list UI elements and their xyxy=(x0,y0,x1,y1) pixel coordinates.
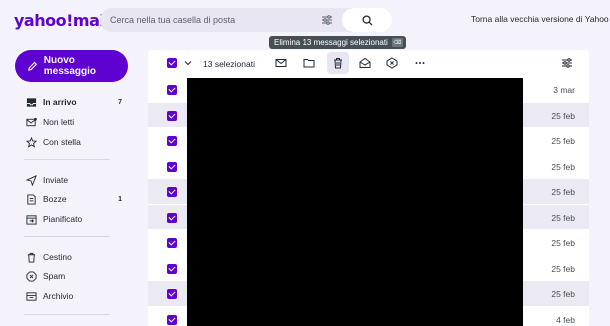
message-date: 25 feb xyxy=(551,136,575,146)
selected-count-label: 13 selezionati xyxy=(203,59,255,69)
message-checkbox[interactable] xyxy=(167,238,177,248)
search-filters-icon[interactable] xyxy=(321,14,333,26)
search-icon xyxy=(361,14,373,26)
sidebar-item-label: Pianificato xyxy=(43,214,83,224)
draft-icon xyxy=(27,193,36,205)
search-button[interactable] xyxy=(342,8,392,32)
yahoo-mail-logo[interactable]: yahoo!mail xyxy=(14,11,110,30)
message-checkbox[interactable] xyxy=(167,289,177,299)
view-settings-icon[interactable] xyxy=(561,57,573,69)
delete-tooltip: Elimina 13 messaggi selezionati ⌫ xyxy=(269,36,406,49)
message-checkbox[interactable] xyxy=(167,110,177,121)
sidebar-item-sent[interactable]: Inviate xyxy=(26,173,122,187)
message-date: 25 feb xyxy=(551,212,575,223)
send-icon xyxy=(26,174,37,186)
search-bar xyxy=(100,8,392,32)
message-checkbox[interactable] xyxy=(167,263,177,274)
message-checkbox[interactable] xyxy=(167,187,177,197)
sidebar-item-spam[interactable]: Spam xyxy=(26,269,122,283)
message-toolbar: 13 selezionati xyxy=(148,50,589,76)
sidebar-item-label: Non letti xyxy=(43,117,75,127)
message-date: 25 feb xyxy=(551,289,575,299)
more-options-icon[interactable] xyxy=(414,57,426,69)
message-date: 4 feb xyxy=(556,314,575,325)
sidebar-divider xyxy=(24,314,110,315)
message-checkbox[interactable] xyxy=(167,212,177,223)
tooltip-text: Elimina 13 messaggi selezionati xyxy=(274,38,388,47)
delete-button[interactable] xyxy=(327,52,349,74)
star-icon xyxy=(26,136,37,148)
sidebar-item-label: Bozze xyxy=(43,194,67,204)
sidebar-item-drafts[interactable]: Bozze 1 xyxy=(26,192,122,206)
message-checkbox[interactable] xyxy=(167,314,177,325)
keyboard-shortcut-badge: ⌫ xyxy=(391,38,403,47)
sidebar-item-starred[interactable]: Con stella xyxy=(26,135,122,149)
select-all-checkbox[interactable] xyxy=(167,58,177,68)
message-checkbox[interactable] xyxy=(167,85,177,95)
spam-icon xyxy=(26,270,37,282)
message-date: 3 mar xyxy=(553,85,575,95)
sidebar-item-trash[interactable]: Cestino xyxy=(26,250,122,264)
unread-icon xyxy=(26,117,37,126)
sidebar-item-label: In arrivo xyxy=(43,97,77,107)
schedule-icon xyxy=(26,214,37,225)
pencil-icon xyxy=(28,61,38,71)
archive-open-icon[interactable] xyxy=(359,57,371,69)
sidebar-item-archive[interactable]: Archivio xyxy=(26,289,122,303)
inbox-icon xyxy=(26,97,37,107)
message-date: 25 feb xyxy=(551,238,575,248)
search-input[interactable] xyxy=(110,13,310,27)
mark-unread-icon[interactable] xyxy=(275,57,287,69)
spam-icon[interactable] xyxy=(386,57,398,69)
back-to-old-version-link[interactable]: Torna alla vecchia versione di Yahoo M xyxy=(471,14,610,24)
trash-icon xyxy=(334,58,342,69)
compose-label: Nuovo messaggio xyxy=(43,55,96,77)
sidebar-item-label: Inviate xyxy=(43,175,69,185)
header: yahoo!mail Torna alla vecchia versione d… xyxy=(0,0,610,40)
sidebar-item-label: Con stella xyxy=(43,137,81,147)
message-date: 25 feb xyxy=(551,187,575,197)
sidebar-item-label: Cestino xyxy=(43,252,72,262)
sidebar-item-inbox[interactable]: In arrivo 7 xyxy=(26,95,122,109)
sidebar-item-label: Spam xyxy=(43,271,66,281)
sidebar-item-label: Archivio xyxy=(43,291,74,301)
trash-icon xyxy=(27,252,36,263)
archive-icon xyxy=(26,291,37,301)
compose-button[interactable]: Nuovo messaggio xyxy=(15,50,128,82)
sidebar-divider xyxy=(24,159,110,160)
redacted-content-block xyxy=(187,78,523,326)
message-checkbox[interactable] xyxy=(167,161,177,172)
message-date: 25 feb xyxy=(551,161,575,172)
message-checkbox[interactable] xyxy=(167,136,177,146)
sidebar-item-scheduled[interactable]: Pianificato xyxy=(26,212,122,226)
sidebar-divider xyxy=(24,236,110,237)
chevron-down-icon[interactable] xyxy=(182,57,194,69)
drafts-count-badge: 1 xyxy=(118,195,122,203)
move-folder-icon[interactable] xyxy=(303,57,315,69)
unread-count-badge: 7 xyxy=(118,98,122,106)
message-date: 25 feb xyxy=(551,263,575,274)
message-date: 25 feb xyxy=(551,110,575,121)
sidebar-item-unread[interactable]: Non letti xyxy=(26,115,122,129)
